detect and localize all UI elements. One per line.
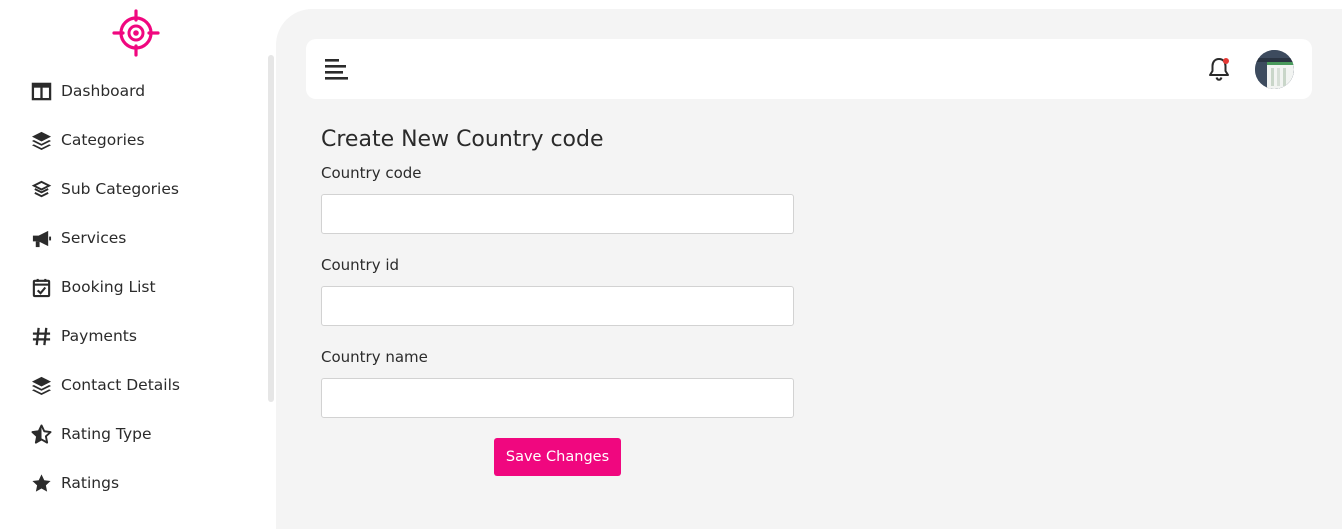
hamburger-icon[interactable] xyxy=(324,57,350,83)
sidebar-item-label: Categories xyxy=(61,131,145,149)
top-bar xyxy=(306,39,1312,99)
calendar-check-icon xyxy=(30,276,52,298)
sidebar-item-booking-list[interactable]: Booking List xyxy=(30,272,250,302)
hashtag-icon xyxy=(30,325,52,347)
sidebar-scrollbar[interactable] xyxy=(268,55,274,402)
bell-icon[interactable] xyxy=(1206,55,1232,83)
sidebar-item-categories[interactable]: Categories xyxy=(30,125,250,155)
main-content: Create New Country code Country code Cou… xyxy=(276,9,1342,529)
star-half-icon xyxy=(30,423,52,445)
sidebar-item-label: Rating Type xyxy=(61,425,152,443)
country-id-input[interactable] xyxy=(321,286,794,326)
page-title: Create New Country code xyxy=(321,127,604,152)
star-icon xyxy=(30,472,52,494)
sidebar-item-label: Dashboard xyxy=(61,82,146,100)
sidebar-item-ratings[interactable]: Ratings xyxy=(30,468,250,498)
sidebar-item-label: Booking List xyxy=(61,278,156,296)
crosshair-icon[interactable] xyxy=(112,9,160,57)
sidebar: Dashboard Categories Sub Categories Serv… xyxy=(0,0,276,512)
megaphone-icon xyxy=(30,227,52,249)
country-code-input[interactable] xyxy=(321,194,794,234)
sidebar-item-contact-details[interactable]: Contact Details xyxy=(30,370,250,400)
sidebar-item-label: Payments xyxy=(61,327,137,345)
country-code-label: Country code xyxy=(321,164,422,182)
country-name-label: Country name xyxy=(321,348,428,366)
sidebar-item-label: Ratings xyxy=(61,474,120,492)
columns-icon xyxy=(30,80,52,102)
sidebar-item-services[interactable]: Services xyxy=(30,223,250,253)
layers-icon xyxy=(30,374,52,396)
country-name-input[interactable] xyxy=(321,378,794,418)
layers-icon xyxy=(30,129,52,151)
sidebar-item-label: Services xyxy=(61,229,127,247)
avatar[interactable] xyxy=(1255,50,1294,89)
sidebar-item-sub-categories[interactable]: Sub Categories xyxy=(30,174,250,204)
sidebar-item-rating-type[interactable]: Rating Type xyxy=(30,419,250,449)
sidebar-item-payments[interactable]: Payments xyxy=(30,321,250,351)
sidebar-item-label: Contact Details xyxy=(61,376,180,394)
sidebar-item-label: Sub Categories xyxy=(61,180,179,198)
sidebar-item-dashboard[interactable]: Dashboard xyxy=(30,76,250,106)
layers-small-icon xyxy=(30,178,52,200)
save-changes-button[interactable]: Save Changes xyxy=(494,438,621,476)
country-id-label: Country id xyxy=(321,256,400,274)
